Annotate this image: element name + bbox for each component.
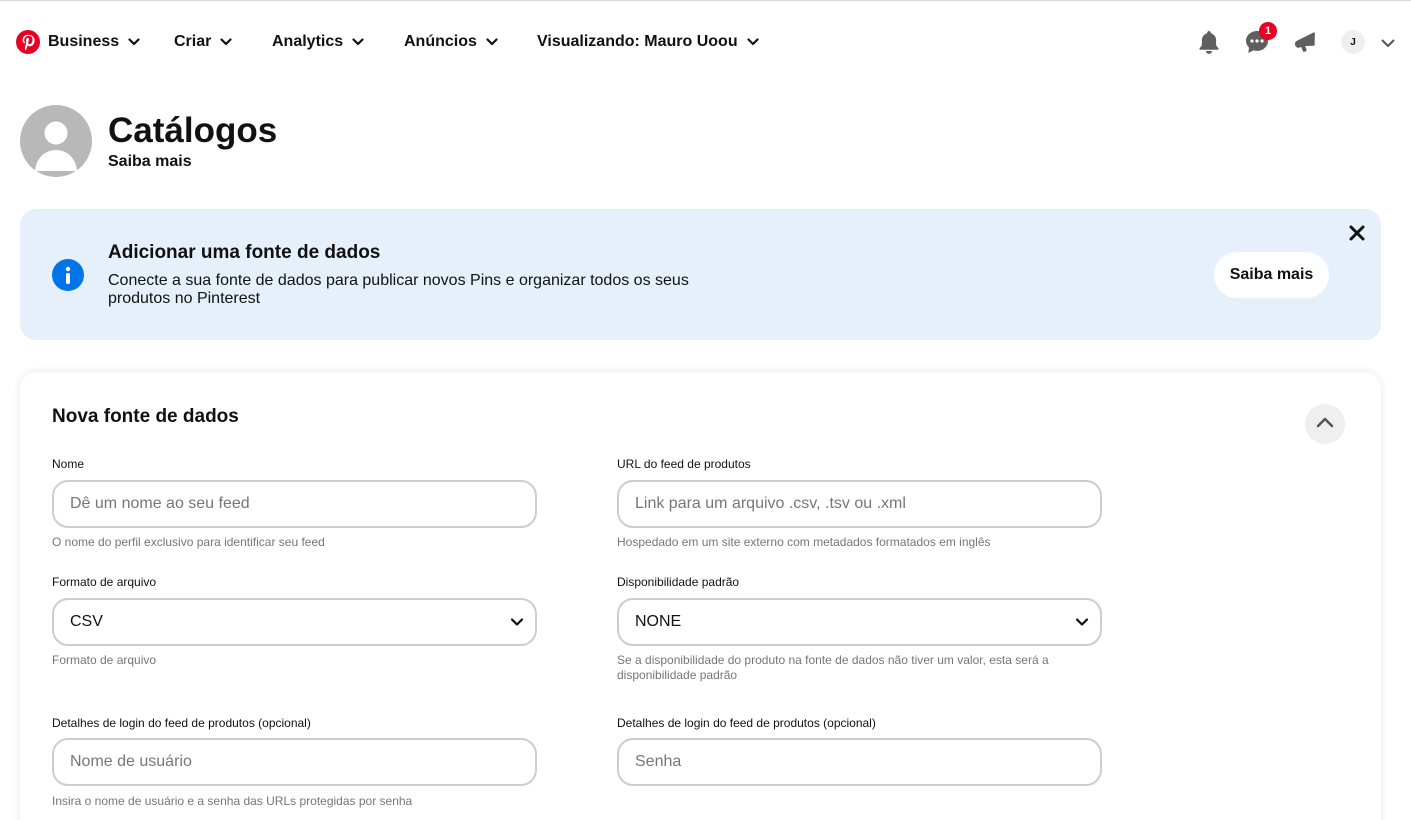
nav-criar[interactable]: Criar [174, 31, 232, 53]
nav-business-label: Business [48, 33, 120, 50]
close-icon[interactable] [1346, 222, 1368, 244]
info-banner: Adicionar uma fonte de dados Conecte a s… [20, 209, 1381, 340]
top-navigation: Business Criar Analytics Anúncios Visual… [0, 0, 1411, 82]
chevron-down-icon [128, 38, 140, 46]
login-pass-label: Detalhes de login do feed de produtos (o… [617, 716, 876, 730]
chevron-down-icon [747, 38, 759, 46]
pinterest-logo-icon[interactable] [16, 30, 40, 54]
availability-help: Se a disponibilidade do produto na fonte… [617, 653, 1049, 682]
login-user-label: Detalhes de login do feed de produtos (o… [52, 716, 311, 730]
name-input[interactable] [52, 480, 537, 528]
collapse-button[interactable] [1305, 404, 1345, 444]
info-icon [52, 259, 84, 291]
availability-label: Disponibilidade padrão [617, 575, 740, 589]
format-label: Formato de arquivo [52, 575, 157, 589]
nav-visualizando-label: Visualizando: Mauro Uoou [537, 33, 738, 50]
chevron-down-icon [510, 615, 524, 634]
chevron-down-icon [486, 38, 498, 46]
url-help: Hospedado em um site externo com metadad… [617, 535, 991, 549]
format-select-value: CSV [70, 613, 103, 630]
nav-analytics-label: Analytics [272, 33, 344, 50]
megaphone-icon[interactable] [1292, 29, 1318, 55]
nav-criar-label: Criar [174, 33, 212, 50]
banner-text: Conecte a sua fonte de dados para public… [108, 272, 689, 307]
banner-title: Adicionar uma fonte de dados [108, 242, 381, 263]
page-title: Catálogos [108, 111, 278, 150]
format-select[interactable]: CSV [52, 598, 537, 646]
url-input[interactable] [617, 480, 1102, 528]
learn-more-link[interactable]: Saiba mais [108, 153, 192, 171]
chevron-up-icon [1316, 415, 1334, 433]
card-title: Nova fonte de dados [52, 406, 239, 427]
nav-business[interactable]: Business [48, 31, 140, 53]
name-label: Nome [52, 457, 85, 471]
password-input[interactable] [617, 738, 1102, 786]
nav-anuncios-label: Anúncios [404, 33, 477, 50]
chevron-down-icon [1075, 615, 1089, 634]
nav-anuncios[interactable]: Anúncios [404, 31, 498, 53]
chevron-down-icon [220, 38, 232, 46]
user-avatar[interactable]: J [1341, 30, 1365, 54]
url-label: URL do feed de produtos [617, 457, 751, 471]
profile-avatar [20, 105, 92, 177]
messages-badge: 1 [1259, 22, 1277, 40]
name-help: O nome do perfil exclusivo para identifi… [52, 535, 325, 549]
account-chevron-down-icon[interactable] [1381, 35, 1395, 53]
login-help: Insira o nome de usuário e a senha das U… [52, 794, 413, 808]
availability-select-value: NONE [635, 613, 682, 630]
chevron-down-icon [352, 38, 364, 46]
nav-analytics[interactable]: Analytics [272, 31, 364, 53]
format-help: Formato de arquivo [52, 653, 157, 667]
new-data-source-card: Nova fonte de dados Nome O nome do perfi… [20, 372, 1381, 820]
bell-icon[interactable] [1196, 29, 1222, 55]
nav-visualizando[interactable]: Visualizando: Mauro Uoou [537, 31, 759, 53]
username-input[interactable] [52, 738, 537, 786]
availability-select[interactable]: NONE [617, 598, 1102, 646]
banner-learn-more-button[interactable]: Saiba mais [1214, 252, 1329, 298]
